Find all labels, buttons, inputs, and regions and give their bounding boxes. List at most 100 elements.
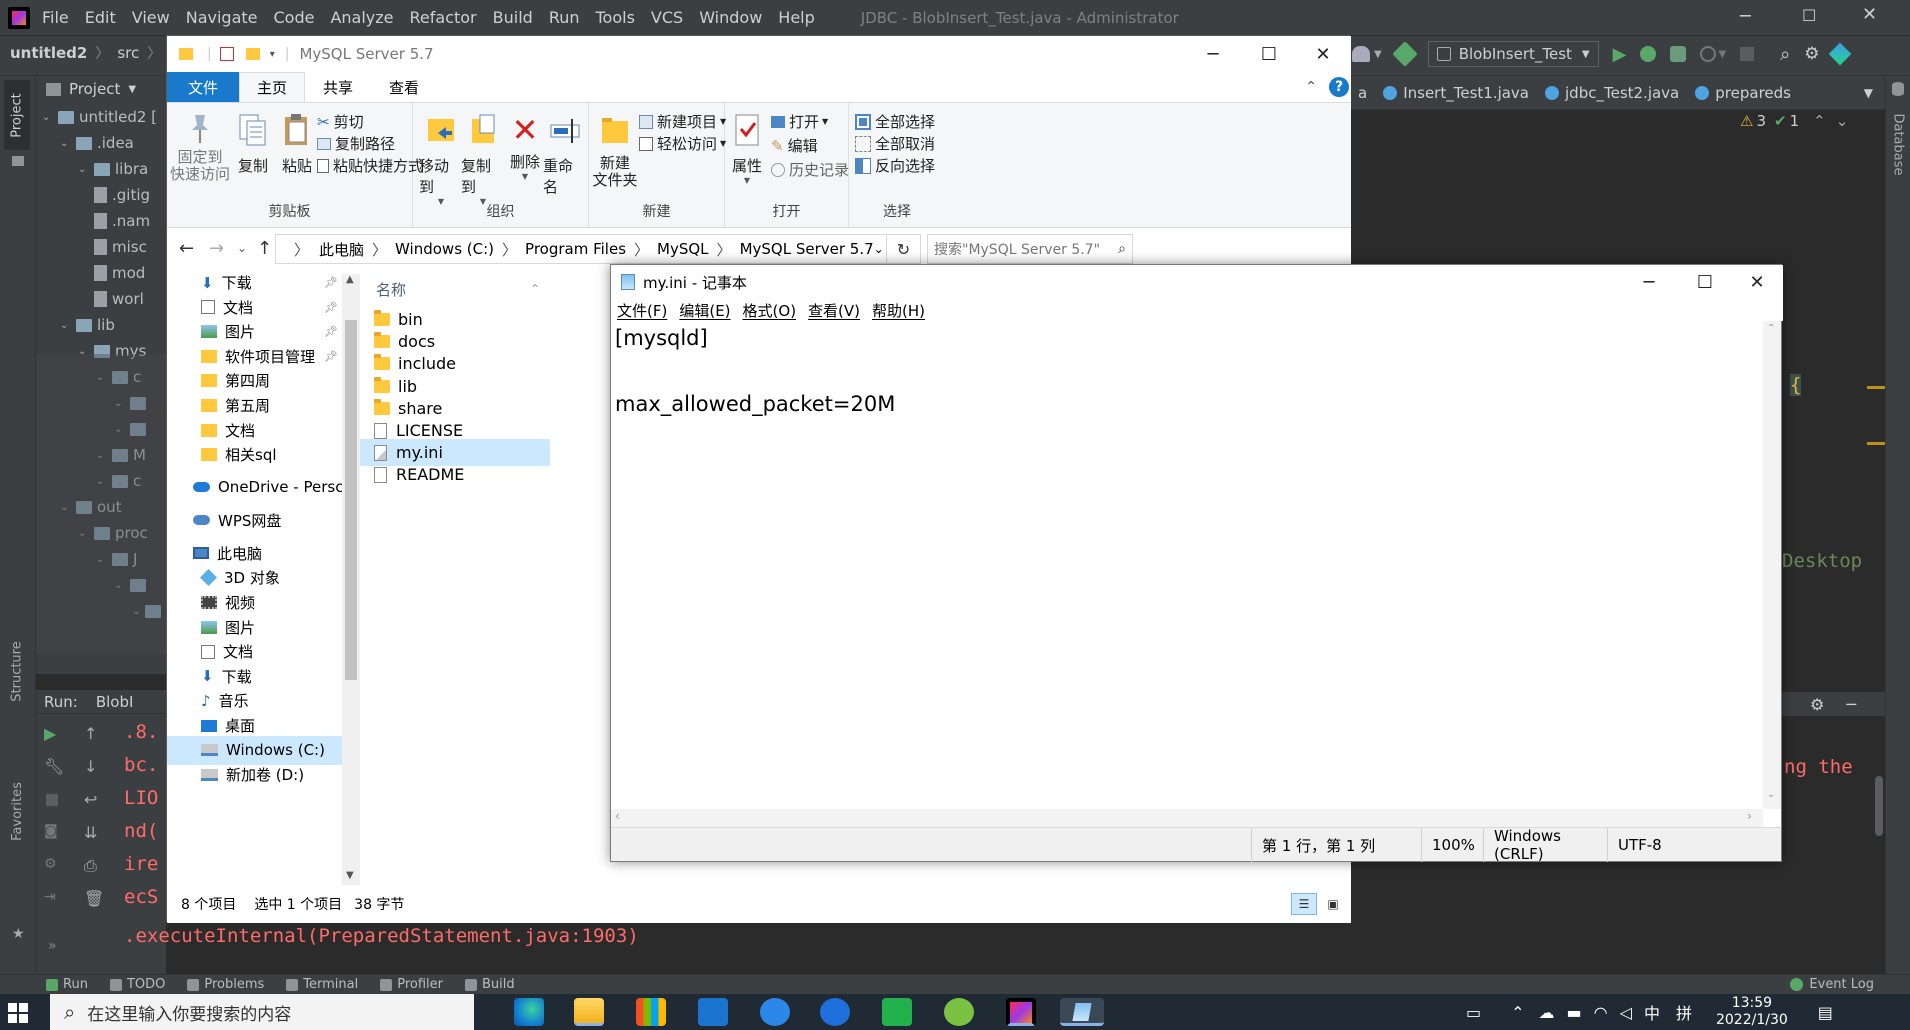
ide-menu-view[interactable]: View (132, 8, 170, 27)
notepad-maximize-button[interactable]: ☐ (1677, 265, 1733, 299)
path-separator-icon[interactable]: 〉 (717, 239, 732, 260)
notification-icon[interactable]: ▤ (1818, 1003, 1833, 1022)
search-box[interactable]: 搜索"MySQL Server 5.7" ⌕ (927, 234, 1133, 264)
jetbrains-toolbox-icon[interactable] (1828, 42, 1851, 66)
debug-icon[interactable] (1640, 46, 1657, 62)
stop-icon[interactable] (1740, 47, 1755, 61)
tab-file[interactable]: 文件 (167, 72, 239, 102)
bottom-tab-todo[interactable]: TODO (109, 977, 165, 992)
pin-icon[interactable]: 📌︎ (324, 350, 342, 363)
move-to-button[interactable]: 移动到 ▼ (419, 113, 463, 206)
camera-icon[interactable]: ◙ (44, 823, 80, 856)
tree-chevron-icon[interactable]: ⌄ (60, 320, 72, 331)
user-icon[interactable] (1352, 46, 1370, 62)
pin-icon[interactable]: 📌︎ (324, 301, 342, 314)
pin-icon[interactable]: 📌︎ (324, 276, 342, 289)
notepad-vertical-scrollbar[interactable]: ⌃ ⌄ (1763, 321, 1781, 809)
ide-menu-build[interactable]: Build (493, 8, 533, 27)
ide-menu-file[interactable]: File (42, 8, 69, 27)
breadcrumb-project[interactable]: untitled2 (10, 44, 87, 62)
ide-menu-vcs[interactable]: VCS (651, 8, 683, 27)
start-button[interactable] (8, 1003, 28, 1023)
tab-view[interactable]: 查看 (371, 72, 437, 102)
stop-run-icon[interactable] (46, 794, 58, 806)
details-view-icon[interactable]: ☰ (1291, 893, 1317, 915)
tray-expand-icon[interactable]: ⌃ (1511, 1003, 1524, 1022)
bottom-tab-run[interactable]: Run (46, 977, 88, 992)
virtual-desktop-icon[interactable]: ▭ (1466, 1003, 1481, 1022)
tab-share[interactable]: 共享 (305, 72, 371, 102)
wifi-icon[interactable]: ◠ (1594, 1003, 1608, 1022)
notepad-minimize-button[interactable]: ─ (1621, 265, 1677, 299)
ime-language[interactable]: 中 (1644, 1000, 1660, 1024)
new-item-button[interactable]: 新建项目 ▼ (639, 111, 726, 132)
easy-access-button[interactable]: 轻松访问 ▼ (639, 133, 726, 154)
ide-menu-tools[interactable]: Tools (596, 8, 635, 27)
path-segment[interactable]: 此电脑 (319, 239, 364, 260)
database-tool-button[interactable]: Database (1886, 104, 1910, 184)
pin-quick-access-button[interactable]: 固定到 快速访问 (170, 113, 230, 183)
pdf-icon[interactable] (882, 998, 912, 1026)
intellij-taskbar-icon[interactable] (1006, 998, 1036, 1026)
path-separator-icon[interactable]: 〉 (502, 239, 517, 260)
open-button[interactable]: 打开 ▼ (771, 111, 828, 132)
browser-360-icon[interactable] (760, 998, 790, 1026)
column-header-name[interactable]: 名称 ⌃ (360, 274, 550, 304)
event-log-button[interactable]: Event Log (1790, 977, 1874, 992)
notepad-menu-item[interactable]: 查看(V) (808, 300, 860, 321)
wrench-icon[interactable]: 🔧︎ (44, 757, 80, 790)
ide-menu-run[interactable]: Run (549, 8, 580, 27)
editor-tab[interactable]: Insert_Test1.java (1375, 73, 1537, 113)
path-segment[interactable]: Windows (C:) (395, 240, 494, 258)
scroll-down-icon[interactable]: ↓ (84, 757, 114, 790)
recent-chevron-icon[interactable]: ⌄ (237, 241, 247, 255)
profile-icon[interactable] (1700, 46, 1717, 62)
run-config-selector[interactable]: BlobInsert_Test ▼ (1427, 41, 1599, 67)
address-dropdown-icon[interactable]: ⌄ (874, 242, 884, 256)
favorites-tool-button[interactable]: Favorites (4, 766, 30, 856)
ide-menu-window[interactable]: Window (699, 8, 762, 27)
exit-icon[interactable]: ⇥ (44, 889, 80, 922)
console-hide-icon[interactable]: ─ (1846, 695, 1856, 714)
file-explorer-taskbar-icon[interactable] (574, 998, 604, 1026)
large-icons-view-icon[interactable]: ▣ (1321, 893, 1345, 915)
nav-onedrive[interactable]: OneDrive - Persc (167, 473, 343, 502)
settings-gear-icon[interactable]: ⚙ (1804, 44, 1819, 64)
battery-icon[interactable]: ▬ (1567, 1003, 1582, 1022)
explorer-maximize-button[interactable]: ☐ (1241, 36, 1297, 72)
project-tree-row[interactable]: misc (36, 234, 166, 260)
editor-tab[interactable]: prepareds (1687, 73, 1799, 113)
bottom-tab-build[interactable]: Build (465, 977, 515, 992)
project-tree-row[interactable]: ⌄ .idea (36, 130, 166, 156)
volume-icon[interactable]: ◁ (1620, 1003, 1632, 1022)
explorer-close-button[interactable]: ✕ (1295, 36, 1351, 72)
structure-tool-button[interactable]: Structure (4, 626, 30, 716)
ribbon-collapse-icon[interactable]: ⌃ (1305, 79, 1317, 95)
coverage-icon[interactable] (1670, 46, 1687, 62)
tree-chevron-icon[interactable]: ⌄ (78, 164, 90, 175)
nav-item[interactable]: 相关sql (167, 440, 342, 469)
nav-wps[interactable]: WPS网盘 (167, 506, 281, 535)
ide-menu-refactor[interactable]: Refactor (410, 8, 477, 27)
run-icon[interactable]: ▶ (1613, 44, 1627, 65)
mail-icon[interactable] (698, 998, 728, 1026)
path-separator-icon[interactable]: 〉 (634, 239, 649, 260)
delete-button[interactable]: ✕ 删除 ▼ (505, 113, 545, 181)
build-hammer-icon[interactable] (1391, 41, 1418, 67)
rename-button[interactable]: 重命名 (543, 113, 587, 197)
scroll-end-icon[interactable]: ⇊ (84, 823, 114, 856)
select-all-button[interactable]: 全部选择 (855, 111, 935, 132)
up-arrow-icon[interactable]: ↑ (257, 238, 272, 259)
notepad-close-button[interactable]: ✕ (1729, 265, 1785, 299)
properties-check-icon[interactable] (219, 47, 234, 61)
project-tree-row[interactable]: mod (36, 260, 166, 286)
bottom-tab-terminal[interactable]: Terminal (286, 977, 358, 992)
bottom-tab-profiler[interactable]: Profiler (380, 977, 443, 992)
cut-button[interactable]: ✂ 剪切 (317, 111, 364, 132)
feishu-icon[interactable] (820, 998, 850, 1026)
copy-to-button[interactable]: 复制到 ▼ (461, 113, 505, 206)
more-icon[interactable]: » (48, 938, 57, 954)
path-segment[interactable]: MySQL Server 5.7 (740, 240, 874, 258)
notepad-text-area[interactable]: [mysqld] max_allowed_packet=20M (611, 321, 1763, 809)
console-settings-icon[interactable]: ⚙ (1810, 695, 1824, 714)
